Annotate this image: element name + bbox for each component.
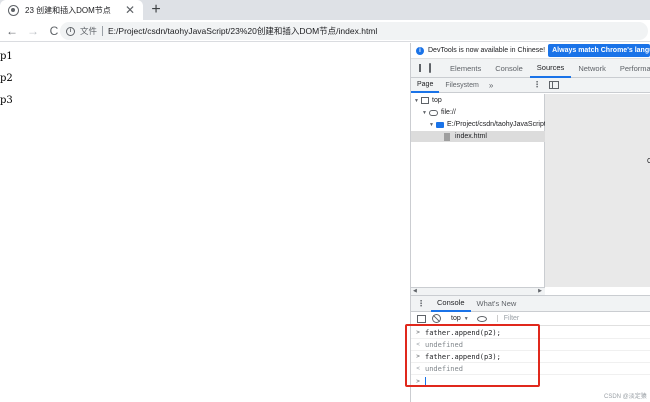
tab-strip: 23 创建和插入DOM节点 ✕ + — [0, 0, 650, 20]
drawer-tab-bar: ⋮ Console What's New — [411, 295, 650, 312]
subtab-page[interactable]: Page — [411, 78, 440, 93]
tab-sources[interactable]: Sources — [529, 59, 572, 78]
more-tabs-icon[interactable]: » — [485, 81, 497, 90]
tab-console[interactable]: Console — [488, 59, 530, 78]
toggle-navigator-icon[interactable] — [549, 81, 559, 89]
sidebar-toggle-icon[interactable] — [417, 314, 426, 323]
sources-navigator: ▼ top ▼ file:// ▼ E:/Project/csdn/taohyJ… — [411, 94, 546, 287]
sources-navigator-tabs: Page Filesystem » ⋮ — [411, 78, 650, 93]
tree-label: top — [432, 97, 442, 104]
page-viewport: p1 p2 p3 — [0, 43, 410, 402]
cloud-icon — [429, 109, 438, 116]
tab-network[interactable]: Network — [571, 59, 613, 78]
filter-input[interactable]: Filter — [496, 315, 519, 322]
sources-editor: C — [545, 94, 650, 287]
subtab-filesystem[interactable]: Filesystem — [439, 78, 484, 93]
watermark: CSDN @淡定猿 — [604, 394, 647, 400]
paragraph-p1: p1 — [0, 51, 13, 62]
tab-performance[interactable]: Performance — [613, 59, 650, 78]
folder-icon — [436, 121, 444, 128]
tab-title: 23 创建和插入DOM节点 — [25, 5, 111, 15]
scroll-left-icon[interactable]: ◀ — [413, 288, 417, 294]
browser-tab[interactable]: 23 创建和插入DOM节点 ✕ — [0, 0, 143, 20]
devtools-tab-bar: Elements Console Sources Network Perform… — [411, 59, 650, 78]
scheme-label: 文件 — [80, 26, 98, 36]
new-tab-button[interactable]: + — [148, 2, 164, 18]
expand-arrow-icon[interactable]: ▼ — [414, 98, 421, 104]
expand-arrow-icon[interactable]: ▼ — [422, 110, 429, 116]
navigator-scrollbar[interactable]: ◀ ▶ — [411, 287, 545, 295]
info-icon: i — [416, 46, 424, 55]
file-icon — [444, 132, 450, 141]
tree-label: E:/Project/csdn/taohyJavaScript — [447, 121, 546, 128]
tab-elements[interactable]: Elements — [443, 59, 488, 78]
more-options-icon[interactable]: ⋮ — [533, 80, 541, 89]
eye-icon[interactable] — [476, 315, 487, 322]
tree-label: index.html — [455, 133, 487, 140]
drawer-tab-whats-new[interactable]: What's New — [471, 295, 523, 312]
url-text[interactable]: E:/Project/csdn/taohyJavaScript/23%20创建和… — [108, 25, 377, 37]
address-bar[interactable]: i 文件 E:/Project/csdn/taohyJavaScript/23%… — [60, 22, 648, 40]
browser-toolbar: ← → C i 文件 E:/Project/csdn/taohyJavaScri… — [0, 20, 650, 42]
frame-icon — [421, 97, 429, 104]
inspect-element-icon[interactable] — [419, 64, 421, 72]
address-separator — [102, 26, 104, 36]
match-language-button[interactable]: Always match Chrome's language — [548, 44, 650, 57]
banner-text: DevTools is now available in Chinese! — [428, 47, 546, 54]
devtools-language-banner: i DevTools is now available in Chinese! … — [411, 43, 650, 59]
expand-arrow-icon[interactable]: ▼ — [429, 122, 436, 128]
close-icon[interactable]: ✕ — [123, 3, 137, 17]
drawer-tab-console[interactable]: Console — [431, 295, 471, 312]
clear-console-icon[interactable] — [432, 314, 441, 323]
paragraph-p2: p2 — [0, 73, 13, 84]
tree-item-origin[interactable]: ▼ file:// — [422, 107, 456, 118]
forward-button[interactable]: → — [24, 22, 42, 40]
chevron-down-icon[interactable]: ▼ — [464, 316, 469, 322]
drawer-menu-icon[interactable]: ⋮ — [417, 299, 425, 308]
info-icon[interactable]: i — [66, 26, 75, 36]
paragraph-p3: p3 — [0, 95, 13, 106]
tree-item-folder[interactable]: ▼ E:/Project/csdn/taohyJavaScript — [429, 119, 546, 130]
tree-item-file[interactable]: index.html — [411, 131, 545, 142]
globe-icon — [8, 4, 19, 16]
context-selector[interactable]: top — [451, 315, 461, 322]
back-button[interactable]: ← — [3, 22, 21, 40]
tree-label: file:// — [441, 109, 456, 116]
device-toolbar-icon[interactable] — [429, 63, 431, 73]
tree-item-top[interactable]: ▼ top — [414, 95, 442, 106]
scroll-right-icon[interactable]: ▶ — [538, 288, 542, 294]
annotation-highlight-box — [405, 324, 540, 387]
